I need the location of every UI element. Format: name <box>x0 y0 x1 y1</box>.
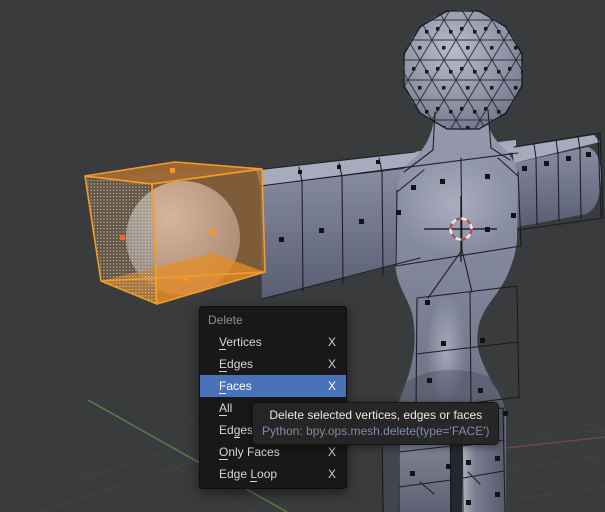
selection-highlight[interactable] <box>85 162 265 304</box>
menu-item-shortcut: X <box>328 445 336 459</box>
menu-item-label: Edge Loop <box>219 467 277 481</box>
menu-item-shortcut: X <box>328 335 336 349</box>
x-axis-line <box>497 437 605 449</box>
arm-right <box>512 135 601 227</box>
menu-item-vertices[interactable]: Vertices X <box>200 331 346 353</box>
menu-title: Delete <box>200 307 346 331</box>
viewport-3d[interactable]: Delete Vertices X Edges X Faces X All X Edges X On… <box>0 0 605 512</box>
menu-item-label: Edges <box>219 357 253 371</box>
tooltip-title: Delete selected vertices, edges or faces <box>262 408 489 422</box>
menu-item-label: Faces <box>219 379 252 393</box>
delete-menu: Delete Vertices X Edges X Faces X All X Edges X On… <box>199 306 347 489</box>
tooltip-python-expression: Python: bpy.ops.mesh.delete(type='FACE') <box>262 424 489 438</box>
menu-item-shortcut: X <box>328 379 336 393</box>
operator-tooltip: Delete selected vertices, edges or faces… <box>252 402 499 445</box>
menu-item-edge-loop[interactable]: Edge Loop X <box>200 463 346 485</box>
head-icosphere <box>403 10 523 130</box>
menu-item-label: All <box>219 401 232 415</box>
menu-item-faces[interactable]: Faces X <box>200 375 346 397</box>
menu-item-shortcut: X <box>328 357 336 371</box>
menu-item-shortcut: X <box>328 467 336 481</box>
menu-item-label: Edges <box>219 423 253 437</box>
menu-item-edges[interactable]: Edges X <box>200 353 346 375</box>
menu-item-label: Vertices <box>219 335 262 349</box>
menu-item-label: Only Faces <box>219 445 280 459</box>
